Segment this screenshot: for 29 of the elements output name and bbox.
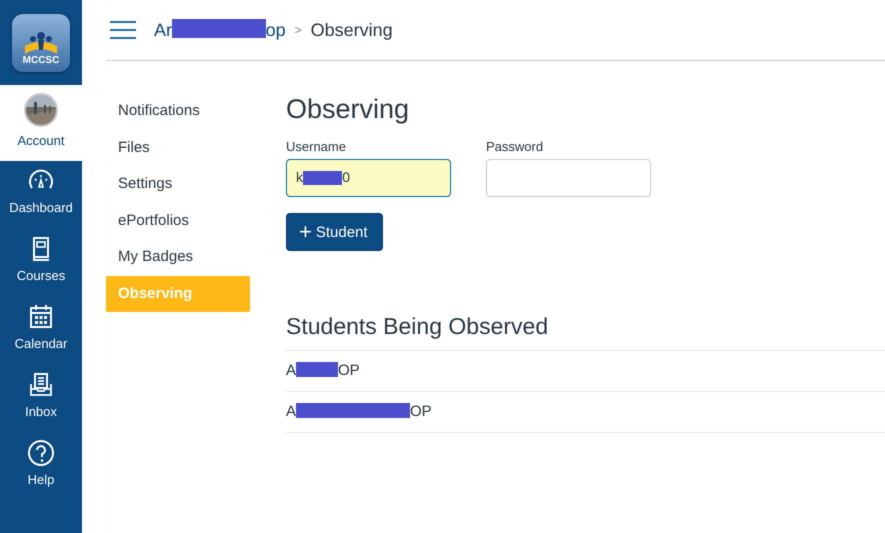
username-field[interactable]: k 0 [286,158,451,197]
field-label: Username [286,138,347,156]
breadcrumb-link[interactable]: Ar op [154,16,286,44]
password-field[interactable] [486,158,651,197]
breadcrumb-current: Observing [310,18,393,42]
section-heading: Students Being Observed [286,312,550,340]
inbox-icon [27,371,55,399]
field-label: Password [486,138,544,156]
breadcrumb-separator: > [294,22,302,39]
nav-item[interactable]: Courses [0,229,82,297]
student-name: A OP [286,360,360,382]
logo[interactable]: MCCSC [12,14,70,72]
nav-item[interactable]: Help [0,433,82,501]
menu-icon[interactable] [110,21,136,39]
sidebar-item[interactable]: ePortfolios [106,202,250,239]
redaction-mark [303,170,342,186]
student-name: A OP [286,402,432,422]
nav-item[interactable]: Inbox [0,365,82,433]
calendar-icon [27,303,55,331]
sidebar-item[interactable]: My Badges [106,239,250,276]
sidebar-item[interactable]: Settings [106,166,250,202]
sidebar-item[interactable]: Notifications [106,93,250,130]
redaction-mark [296,362,338,378]
nav-item[interactable]: Calendar [0,297,82,365]
nav-item[interactable]: Dashboard [0,161,82,229]
page-title: Observing [286,93,410,126]
help-icon [27,439,55,467]
sidebar-item[interactable]: Files [106,130,250,166]
nav-item[interactable]: Account [0,85,82,161]
